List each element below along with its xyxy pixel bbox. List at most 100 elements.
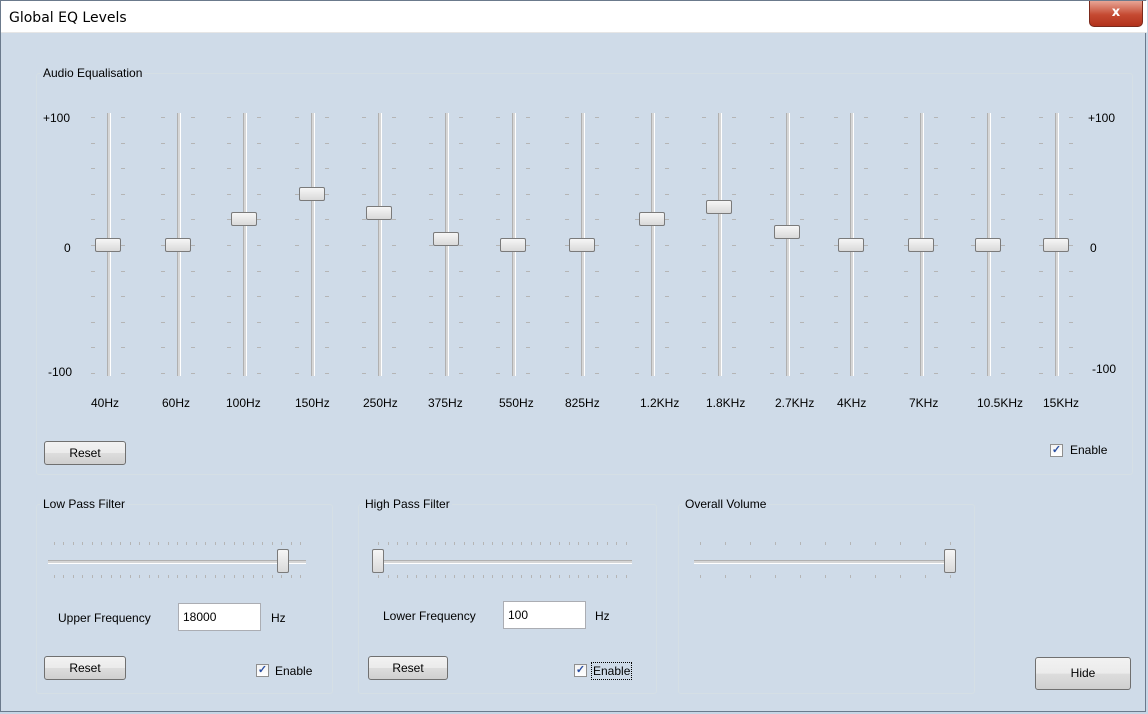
eq-slider-thumb[interactable] bbox=[165, 238, 191, 252]
low-pass-slider-tick bbox=[120, 575, 121, 578]
low-pass-slider-tick bbox=[234, 542, 235, 545]
eq-slider-thumb[interactable] bbox=[366, 206, 392, 220]
eq-tick bbox=[121, 168, 125, 169]
low-pass-reset-button[interactable]: Reset bbox=[44, 656, 126, 680]
eq-tick bbox=[325, 219, 329, 220]
high-pass-slider-thumb[interactable] bbox=[372, 549, 384, 573]
eq-tick bbox=[295, 271, 299, 272]
overall-volume-label: Overall Volume bbox=[685, 497, 767, 511]
check-icon: ✓ bbox=[257, 664, 268, 676]
low-pass-enable-checkbox[interactable]: ✓ bbox=[256, 664, 269, 677]
eq-tick bbox=[770, 194, 774, 195]
eq-tick bbox=[864, 271, 868, 272]
eq-tick bbox=[227, 322, 231, 323]
eq-tick bbox=[635, 347, 639, 348]
eq-tick bbox=[834, 168, 838, 169]
eq-tick bbox=[295, 322, 299, 323]
eq-reset-button[interactable]: Reset bbox=[44, 441, 126, 465]
eq-tick bbox=[904, 322, 908, 323]
eq-slider-thumb[interactable] bbox=[774, 225, 800, 239]
high-pass-slider-tick bbox=[435, 542, 436, 545]
high-pass-slider-tick bbox=[397, 542, 398, 545]
upper-frequency-input[interactable]: 18000 bbox=[178, 603, 261, 631]
eq-tick bbox=[1001, 117, 1005, 118]
eq-tick bbox=[635, 245, 639, 246]
eq-tick bbox=[121, 219, 125, 220]
eq-tick bbox=[904, 219, 908, 220]
high-pass-slider-tick bbox=[616, 542, 617, 545]
eq-slider-thumb[interactable] bbox=[975, 238, 1001, 252]
overall-volume-slider-thumb[interactable] bbox=[944, 549, 956, 573]
eq-tick bbox=[459, 194, 463, 195]
eq-tick bbox=[595, 373, 599, 374]
low-pass-slider-tick bbox=[186, 542, 187, 545]
eq-tick bbox=[496, 143, 500, 144]
eq-tick bbox=[770, 143, 774, 144]
low-pass-slider-thumb[interactable] bbox=[277, 549, 289, 573]
high-pass-slider-tick bbox=[512, 575, 513, 578]
eq-tick bbox=[1039, 194, 1043, 195]
eq-tick bbox=[971, 347, 975, 348]
high-pass-slider-tick bbox=[626, 542, 627, 545]
eq-slider-thumb[interactable] bbox=[569, 238, 595, 252]
eq-tick bbox=[161, 194, 165, 195]
hide-button[interactable]: Hide bbox=[1035, 657, 1131, 690]
eq-tick bbox=[595, 296, 599, 297]
eq-tick bbox=[392, 194, 396, 195]
eq-tick bbox=[864, 194, 868, 195]
eq-enable-checkbox[interactable]: ✓ bbox=[1050, 444, 1063, 457]
eq-scale-mid-left: 0 bbox=[64, 241, 71, 255]
eq-slider-thumb[interactable] bbox=[1043, 238, 1069, 252]
eq-slider-thumb[interactable] bbox=[500, 238, 526, 252]
eq-tick bbox=[161, 322, 165, 323]
eq-tick bbox=[295, 296, 299, 297]
close-button[interactable]: x bbox=[1089, 1, 1143, 27]
eq-tick bbox=[595, 271, 599, 272]
high-pass-enable-checkbox[interactable]: ✓ bbox=[574, 664, 587, 677]
eq-tick bbox=[91, 347, 95, 348]
low-pass-slider[interactable] bbox=[48, 540, 306, 582]
eq-slider-thumb[interactable] bbox=[706, 200, 732, 214]
title-bar: Global EQ Levels x bbox=[1, 1, 1147, 33]
eq-slider-thumb[interactable] bbox=[231, 212, 257, 226]
eq-tick bbox=[526, 347, 530, 348]
eq-tick bbox=[770, 271, 774, 272]
eq-tick bbox=[971, 373, 975, 374]
eq-tick bbox=[121, 296, 125, 297]
eq-slider-thumb[interactable] bbox=[95, 238, 121, 252]
eq-tick bbox=[1001, 245, 1005, 246]
low-pass-slider-tick bbox=[205, 542, 206, 545]
overall-volume-slider-track bbox=[694, 560, 956, 564]
eq-tick bbox=[526, 117, 530, 118]
overall-volume-slider[interactable] bbox=[694, 540, 956, 582]
low-pass-slider-tick bbox=[139, 542, 140, 545]
high-pass-slider[interactable] bbox=[372, 540, 632, 582]
overall-volume-slider-tick bbox=[875, 575, 876, 578]
eq-tick bbox=[934, 322, 938, 323]
high-pass-slider-tick bbox=[416, 542, 417, 545]
high-pass-slider-tick bbox=[378, 542, 379, 545]
eq-tick bbox=[1069, 347, 1073, 348]
high-pass-filter-label: High Pass Filter bbox=[365, 497, 450, 511]
eq-tick bbox=[665, 168, 669, 169]
lower-frequency-input[interactable]: 100 bbox=[503, 601, 586, 629]
eq-slider-thumb[interactable] bbox=[433, 232, 459, 246]
eq-tick bbox=[702, 219, 706, 220]
eq-tick bbox=[702, 245, 706, 246]
low-pass-slider-tick bbox=[73, 542, 74, 545]
low-pass-slider-tick bbox=[168, 542, 169, 545]
eq-tick bbox=[191, 194, 195, 195]
low-pass-slider-tick bbox=[149, 575, 150, 578]
eq-tick bbox=[227, 168, 231, 169]
eq-tick bbox=[295, 117, 299, 118]
overall-volume-slider-tick bbox=[800, 575, 801, 578]
eq-tick bbox=[834, 296, 838, 297]
eq-slider-thumb[interactable] bbox=[299, 187, 325, 201]
high-pass-reset-button[interactable]: Reset bbox=[368, 656, 448, 680]
eq-slider-thumb[interactable] bbox=[639, 212, 665, 226]
high-pass-slider-tick bbox=[626, 575, 627, 578]
eq-slider-thumb[interactable] bbox=[838, 238, 864, 252]
eq-slider-thumb[interactable] bbox=[908, 238, 934, 252]
low-pass-slider-tick bbox=[291, 575, 292, 578]
high-pass-slider-tick bbox=[492, 542, 493, 545]
